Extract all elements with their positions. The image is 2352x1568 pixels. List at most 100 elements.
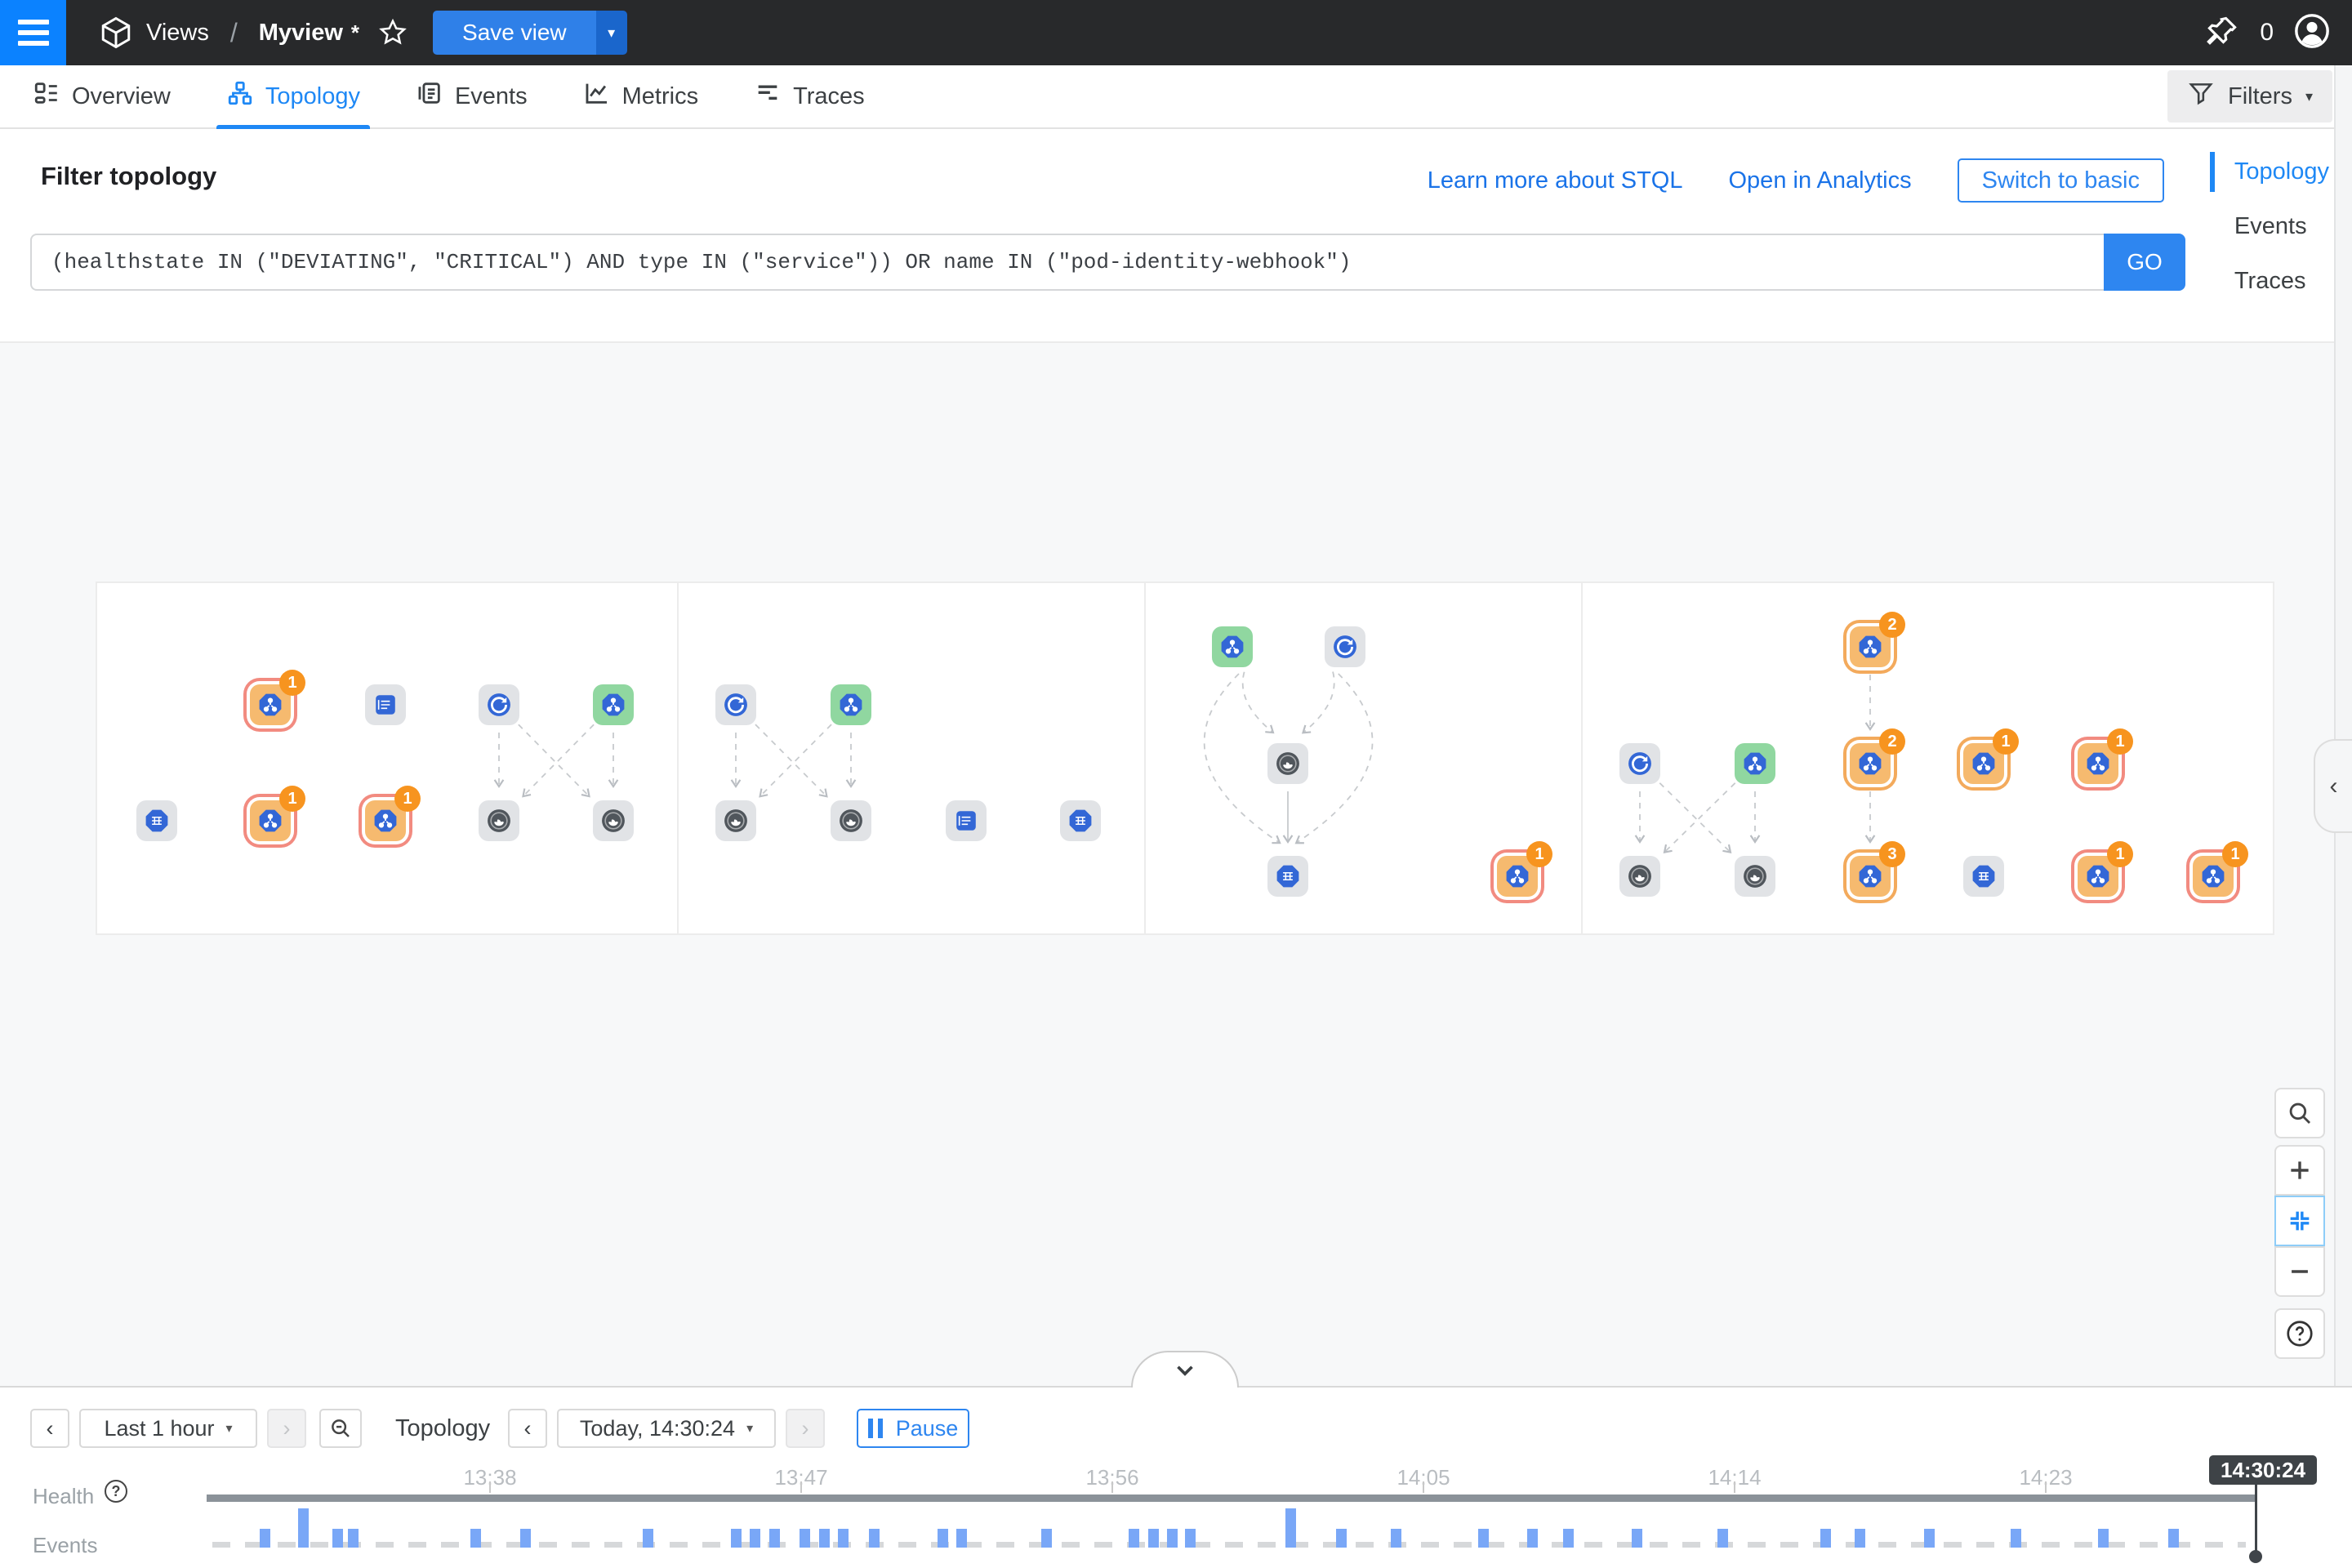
topology-node-container[interactable] bbox=[1267, 743, 1308, 784]
event-bar[interactable] bbox=[731, 1529, 742, 1548]
topology-node-service[interactable]: 1 bbox=[250, 800, 291, 841]
health-help-icon[interactable]: ? bbox=[105, 1480, 127, 1503]
event-bar[interactable] bbox=[1717, 1529, 1728, 1548]
event-bar[interactable] bbox=[800, 1529, 810, 1548]
topology-node-service[interactable] bbox=[593, 684, 634, 725]
event-bar[interactable] bbox=[2098, 1529, 2109, 1548]
save-view-button[interactable]: Save view bbox=[433, 11, 596, 55]
topology-node-cycle[interactable] bbox=[1325, 626, 1365, 667]
topology-node-container[interactable] bbox=[593, 800, 634, 841]
collapse-right-panel-button[interactable]: ‹ bbox=[2314, 739, 2352, 833]
event-bar[interactable] bbox=[643, 1529, 653, 1548]
stql-query-input[interactable] bbox=[30, 234, 2104, 291]
event-bar[interactable] bbox=[2011, 1529, 2021, 1548]
topology-node-cycle[interactable] bbox=[479, 684, 519, 725]
event-bar[interactable] bbox=[1336, 1529, 1347, 1548]
open-in-analytics-link[interactable]: Open in Analytics bbox=[1729, 167, 1912, 194]
breadcrumb-views[interactable]: Views bbox=[146, 20, 209, 47]
topology-node-container[interactable] bbox=[479, 800, 519, 841]
learn-more-stql-link[interactable]: Learn more about STQL bbox=[1428, 167, 1683, 194]
event-bar[interactable] bbox=[769, 1529, 780, 1548]
zoom-out-button[interactable] bbox=[2274, 1246, 2325, 1297]
topology-node-service[interactable]: 3 bbox=[1850, 856, 1891, 897]
event-bar[interactable] bbox=[1478, 1529, 1489, 1548]
go-button[interactable]: GO bbox=[2104, 234, 2185, 291]
topology-node-list[interactable] bbox=[946, 800, 987, 841]
side-nav-topology[interactable]: Topology bbox=[2210, 158, 2329, 185]
time-range-forward-button[interactable]: › bbox=[267, 1409, 306, 1448]
save-view-dropdown-button[interactable]: ▾ bbox=[596, 11, 627, 55]
event-bar[interactable] bbox=[869, 1529, 880, 1548]
tab-topology[interactable]: Topology bbox=[203, 65, 383, 128]
time-cursor-line[interactable] bbox=[2255, 1481, 2257, 1557]
filters-button[interactable]: Filters ▾ bbox=[2167, 70, 2332, 122]
menu-button[interactable] bbox=[0, 0, 66, 65]
event-bar[interactable] bbox=[1391, 1529, 1401, 1548]
event-bar[interactable] bbox=[956, 1529, 967, 1548]
event-bar[interactable] bbox=[1185, 1529, 1196, 1548]
event-bar[interactable] bbox=[1855, 1529, 1865, 1548]
topology-node-pod[interactable] bbox=[136, 800, 177, 841]
event-bar[interactable] bbox=[520, 1529, 531, 1548]
event-bar[interactable] bbox=[1527, 1529, 1538, 1548]
event-bar[interactable] bbox=[1563, 1529, 1574, 1548]
side-nav-events[interactable]: Events bbox=[2210, 213, 2329, 240]
view-name[interactable]: Myview bbox=[259, 20, 343, 47]
side-nav-traces[interactable]: Traces bbox=[2210, 268, 2329, 295]
event-bar[interactable] bbox=[1167, 1529, 1178, 1548]
topology-node-container[interactable] bbox=[1619, 856, 1660, 897]
topology-node-cycle[interactable] bbox=[715, 684, 756, 725]
topology-node-service[interactable] bbox=[831, 684, 871, 725]
topology-node-service[interactable]: 1 bbox=[365, 800, 406, 841]
current-time-dropdown[interactable]: Today, 14:30:24▾ bbox=[557, 1409, 776, 1448]
event-bar[interactable] bbox=[819, 1529, 830, 1548]
event-bar[interactable] bbox=[260, 1529, 270, 1548]
topology-node-list[interactable] bbox=[365, 684, 406, 725]
tab-overview[interactable]: Overview bbox=[10, 65, 194, 128]
event-bar[interactable] bbox=[838, 1529, 849, 1548]
topology-node-service[interactable]: 1 bbox=[2193, 856, 2234, 897]
pause-button[interactable]: Pause bbox=[857, 1409, 969, 1448]
fit-button[interactable] bbox=[2274, 1196, 2325, 1246]
event-bar[interactable] bbox=[332, 1529, 343, 1548]
topology-node-pod[interactable] bbox=[1963, 856, 2004, 897]
topology-node-service[interactable]: 1 bbox=[1497, 856, 1538, 897]
topology-node-service[interactable]: 2 bbox=[1850, 626, 1891, 667]
tab-traces[interactable]: Traces bbox=[731, 65, 888, 128]
topology-node-service[interactable] bbox=[1212, 626, 1253, 667]
topology-node-service[interactable]: 1 bbox=[1963, 743, 2004, 784]
topology-node-container[interactable] bbox=[1735, 856, 1775, 897]
event-bar[interactable] bbox=[1129, 1529, 1139, 1548]
topology-node-pod[interactable] bbox=[1060, 800, 1101, 841]
topology-node-service[interactable]: 2 bbox=[1850, 743, 1891, 784]
topology-node-pod[interactable] bbox=[1267, 856, 1308, 897]
event-bar[interactable] bbox=[938, 1529, 948, 1548]
tab-events[interactable]: Events bbox=[393, 65, 550, 128]
time-range-dropdown[interactable]: Last 1 hour▾ bbox=[79, 1409, 257, 1448]
event-bar[interactable] bbox=[470, 1529, 481, 1548]
topology-node-service[interactable]: 1 bbox=[2078, 743, 2118, 784]
switch-to-basic-button[interactable]: Switch to basic bbox=[1958, 158, 2164, 203]
time-forward-button[interactable]: › bbox=[786, 1409, 825, 1448]
topology-node-cycle[interactable] bbox=[1619, 743, 1660, 784]
event-bar[interactable] bbox=[1041, 1529, 1052, 1548]
event-bar[interactable] bbox=[1285, 1508, 1296, 1548]
avatar[interactable] bbox=[2293, 12, 2331, 54]
time-cursor-handle[interactable] bbox=[2249, 1550, 2262, 1563]
topology-node-container[interactable] bbox=[715, 800, 756, 841]
topology-node-container[interactable] bbox=[831, 800, 871, 841]
zoom-in-button[interactable] bbox=[2274, 1145, 2325, 1196]
event-bar[interactable] bbox=[2168, 1529, 2179, 1548]
event-bar[interactable] bbox=[1632, 1529, 1642, 1548]
tab-metrics[interactable]: Metrics bbox=[560, 65, 721, 128]
time-range-back-button[interactable]: ‹ bbox=[30, 1409, 69, 1448]
topology-node-service[interactable] bbox=[1735, 743, 1775, 784]
event-bar[interactable] bbox=[298, 1508, 309, 1548]
search-button[interactable] bbox=[2274, 1088, 2325, 1138]
time-back-button[interactable]: ‹ bbox=[508, 1409, 547, 1448]
event-bar[interactable] bbox=[1148, 1529, 1159, 1548]
pin-icon[interactable] bbox=[2204, 13, 2240, 53]
help-button[interactable] bbox=[2274, 1308, 2325, 1359]
zoom-out-time-button[interactable] bbox=[319, 1409, 362, 1448]
event-bar[interactable] bbox=[1820, 1529, 1831, 1548]
